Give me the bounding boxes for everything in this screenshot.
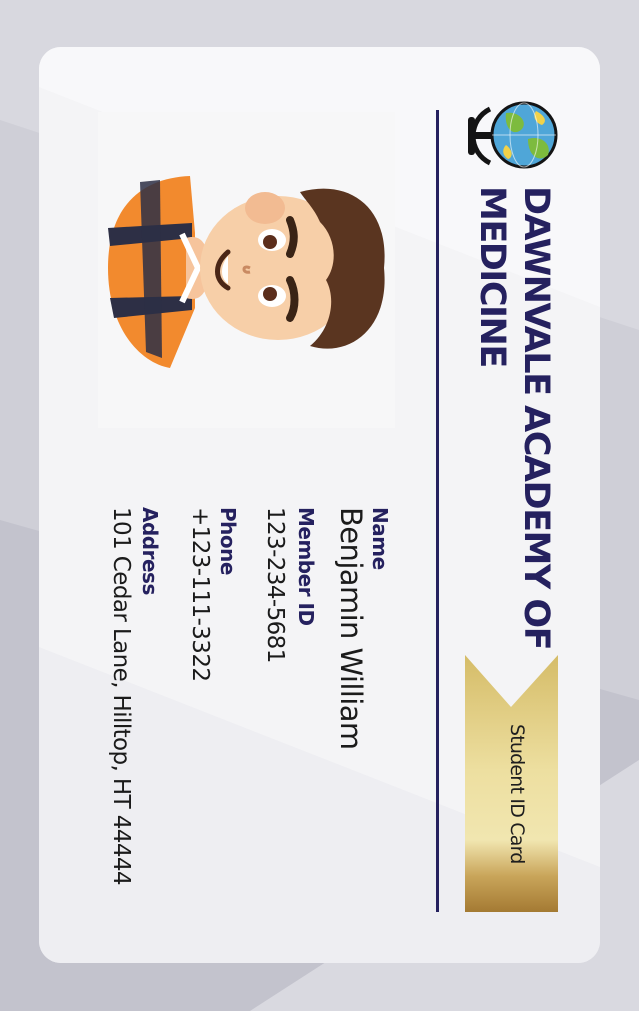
school-name-line2: MEDICINE <box>472 186 512 367</box>
member-id-value: 123-234-5681 <box>262 507 288 663</box>
globe-icon <box>468 101 558 169</box>
phone-value: +123-111-3322 <box>187 507 213 682</box>
address-label: Address <box>138 507 162 595</box>
name-label: Name <box>368 507 392 570</box>
school-name-line1: DAWNVALE ACADEMY OF <box>516 186 556 650</box>
name-value: Benjamin William <box>334 507 368 750</box>
phone-label: Phone <box>216 507 240 575</box>
student-avatar <box>108 176 385 368</box>
address-value: 101 Cedar Lane, Hilltop, HT 44444 <box>108 507 134 885</box>
card-type-label: Student ID Card <box>506 724 528 864</box>
member-id-label: Member ID <box>294 507 318 626</box>
header-divider <box>436 110 439 912</box>
school-name: DAWNVALE ACADEMY OF MEDICINE <box>470 186 558 649</box>
